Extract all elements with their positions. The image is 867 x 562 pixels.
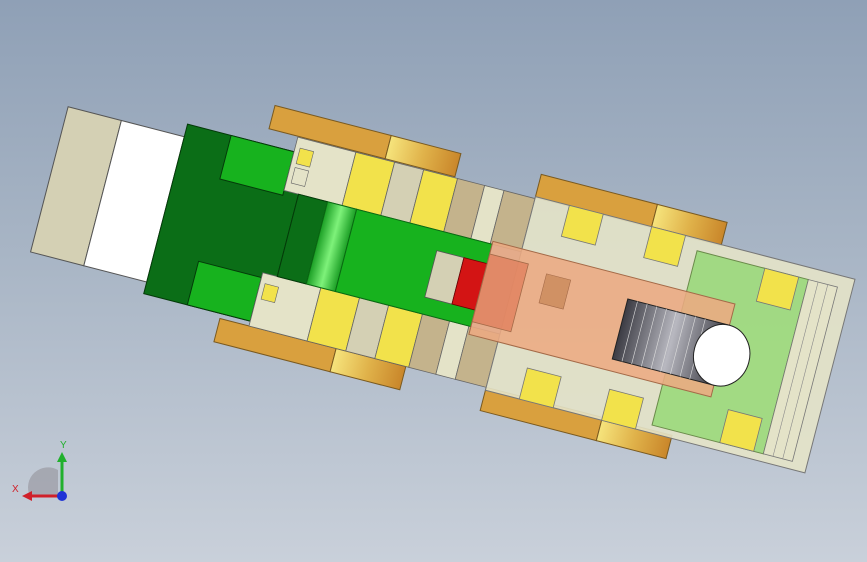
cad-viewport[interactable]: Y X: [0, 0, 867, 562]
triad-plane-icon: [28, 467, 58, 496]
y-axis-arrow-icon: [57, 452, 67, 462]
y-axis-label: Y: [60, 440, 67, 451]
x-axis-label: X: [12, 484, 19, 495]
x-axis-arrow-icon: [22, 491, 32, 501]
z-axis-dot-icon: [57, 491, 67, 501]
orientation-triad[interactable]: Y X: [10, 438, 80, 508]
assembly-model[interactable]: [0, 0, 867, 562]
assembly-body[interactable]: [20, 55, 860, 493]
